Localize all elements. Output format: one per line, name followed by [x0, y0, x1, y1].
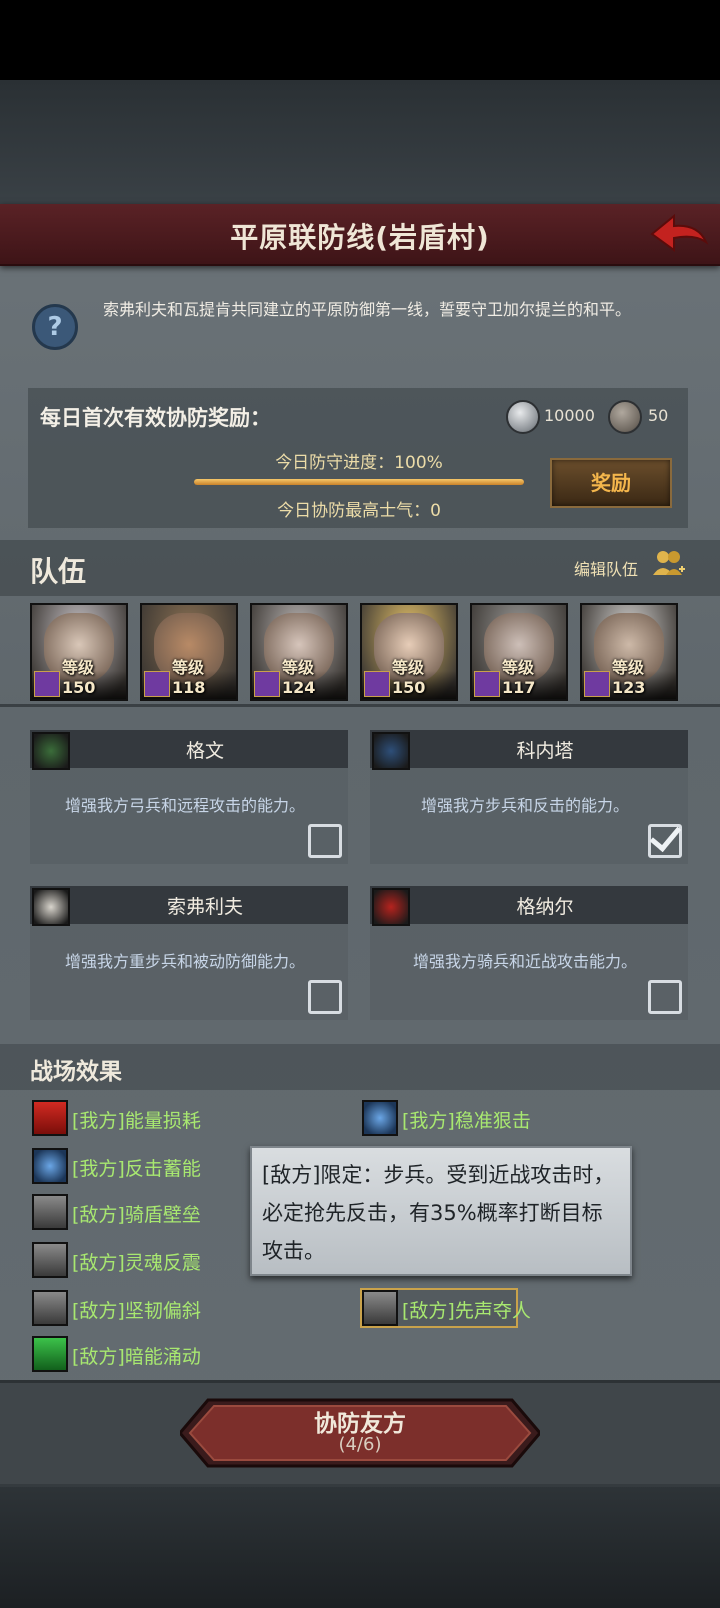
assist-ally-count: (4/6): [338, 1434, 382, 1455]
battle-effect[interactable]: [我方]稳准狠击: [362, 1100, 531, 1136]
hero-level: 等级117: [502, 658, 536, 697]
team-label: 队伍: [30, 555, 87, 588]
commander-name: 格文: [185, 740, 224, 762]
commander-checkbox[interactable]: [308, 980, 342, 1014]
pillar-icon: [362, 1290, 398, 1326]
reward-button[interactable]: 奖励: [550, 458, 672, 508]
commander-card[interactable]: 科内塔增强我方步兵和反击的能力。: [370, 730, 688, 864]
defense-progress-label: 今日防守进度：100%: [275, 453, 443, 473]
background-bottom: [0, 1484, 720, 1608]
weapon-class-icon: [34, 671, 60, 697]
weapon-class-icon: [254, 671, 280, 697]
hero-portrait[interactable]: 等级124: [250, 603, 348, 701]
tree-icon: [32, 732, 70, 770]
battle-effect[interactable]: [敌方]骑盾壁垒: [32, 1194, 201, 1230]
commander-description: 增强我方步兵和反击的能力。: [420, 796, 629, 815]
help-icon[interactable]: ?: [32, 304, 78, 350]
battle-effect[interactable]: [我方]反击蓄能: [32, 1148, 201, 1184]
section-divider: [0, 704, 720, 707]
page-title: 平原联防线(岩盾村): [230, 221, 490, 254]
commander-name: 索弗利夫: [166, 896, 243, 918]
edit-team-button[interactable]: 编辑队伍: [574, 556, 638, 580]
battle-effect-label: [我方]能量损耗: [72, 1110, 201, 1132]
battle-effect-label: [我方]稳准狠击: [402, 1110, 531, 1132]
battle-effect-label: [敌方]坚韧偏斜: [72, 1300, 201, 1322]
blue-flame-icon: [372, 732, 410, 770]
hero-portrait[interactable]: 等级123: [580, 603, 678, 701]
defense-progress-fill: [194, 479, 524, 485]
hero-portrait[interactable]: 等级150: [360, 603, 458, 701]
hero-level: 等级124: [282, 658, 316, 697]
status-bar-area: [0, 0, 720, 80]
commander-card[interactable]: 格纳尔增强我方骑兵和近战攻击能力。: [370, 886, 688, 1020]
edit-team-icon[interactable]: [652, 549, 686, 579]
battle-effect-label: [敌方]暗能涌动: [72, 1346, 201, 1368]
red-sigil-icon: [372, 888, 410, 926]
daily-reward-title: 每日首次有效协防奖励：: [40, 406, 271, 430]
commander-checkbox[interactable]: [648, 980, 682, 1014]
assist-ally-label: 协防友方: [314, 1411, 406, 1437]
hero-portrait[interactable]: 等级118: [140, 603, 238, 701]
battle-effect[interactable]: [我方]能量损耗: [32, 1100, 201, 1136]
battle-effect-label: [敌方]骑盾壁垒: [72, 1204, 201, 1226]
weapon-class-icon: [584, 671, 610, 697]
stone-coin-icon: [608, 400, 642, 434]
commander-checkbox[interactable]: [308, 824, 342, 858]
silver-amount: 10000: [544, 406, 595, 425]
hero-level: 等级150: [62, 658, 96, 697]
commander-card[interactable]: 格文增强我方弓兵和远程攻击的能力。: [30, 730, 348, 864]
effects-label: 战场效果: [30, 1059, 122, 1085]
effect-tooltip: [敌方]限定：步兵。受到近战攻击时，必定抢先反击，有35%概率打断目标攻击。: [250, 1146, 632, 1276]
blue-flame-icon: [362, 1100, 398, 1136]
hero-portrait[interactable]: 等级117: [470, 603, 568, 701]
hero-level: 等级118: [172, 658, 206, 697]
battle-effect[interactable]: [敌方]先声夺人: [360, 1288, 531, 1328]
battle-effect[interactable]: [敌方]灵魂反震: [32, 1242, 201, 1278]
commander-name: 科内塔: [516, 740, 574, 762]
hero-level: 等级123: [612, 658, 646, 697]
hero-level: 等级150: [392, 658, 426, 697]
pillar-icon: [32, 1194, 68, 1230]
tooltip-text: [敌方]限定：步兵。受到近战攻击时，必定抢先反击，有35%概率打断目标攻击。: [262, 1163, 615, 1263]
skull-helmet-icon: [32, 888, 70, 926]
battle-effect[interactable]: [敌方]坚韧偏斜: [32, 1290, 201, 1326]
stone-amount: 50: [648, 406, 669, 425]
pillar-icon: [32, 1290, 68, 1326]
silver-coin-icon: [506, 400, 540, 434]
hero-portrait[interactable]: 等级150: [30, 603, 128, 701]
battle-effect[interactable]: [敌方]暗能涌动: [32, 1336, 201, 1372]
commander-card[interactable]: 索弗利夫增强我方重步兵和被动防御能力。: [30, 886, 348, 1020]
weapon-class-icon: [474, 671, 500, 697]
battle-effect-label: [我方]反击蓄能: [72, 1158, 201, 1180]
commander-checkbox[interactable]: [648, 824, 682, 858]
defense-progress-bar: [194, 479, 524, 485]
blue-flame-icon: [32, 1148, 68, 1184]
back-arrow-icon[interactable]: [648, 212, 710, 256]
location-description: 索弗利夫和瓦提肯共同建立的平原防御第一线，誓要守卫加尔提兰的和平。: [102, 300, 631, 319]
weapon-class-icon: [364, 671, 390, 697]
commander-name: 格纳尔: [516, 896, 574, 918]
battle-effect-label: [敌方]灵魂反震: [72, 1252, 201, 1274]
commander-description: 增强我方重步兵和被动防御能力。: [64, 952, 305, 971]
commander-description: 增强我方弓兵和远程攻击的能力。: [64, 796, 305, 815]
weapon-class-icon: [144, 671, 170, 697]
pillar-icon: [32, 1242, 68, 1278]
commander-description: 增强我方骑兵和近战攻击能力。: [412, 952, 637, 971]
background-top: [0, 80, 720, 204]
red-down-arrow-icon: [32, 1100, 68, 1136]
battle-effect-label: [敌方]先声夺人: [402, 1300, 531, 1322]
green-up-arrow-icon: [32, 1336, 68, 1372]
max-morale-label: 今日协防最高士气：0: [277, 501, 441, 521]
